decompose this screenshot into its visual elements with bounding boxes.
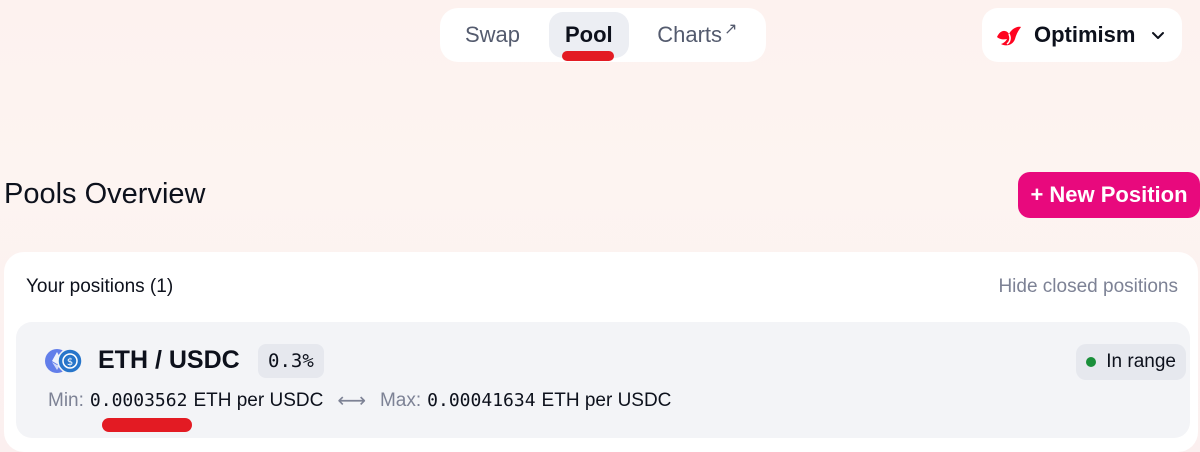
max-unit: ETH per USDC xyxy=(541,389,672,411)
optimism-logo-icon xyxy=(997,26,1021,46)
chevron-down-icon xyxy=(1152,32,1165,39)
hide-closed-positions-toggle[interactable]: Hide closed positions xyxy=(998,276,1178,298)
nav-tab-pool-label: Pool xyxy=(564,22,613,47)
fee-tier-badge: 0.3% xyxy=(258,344,324,378)
min-label: Min: xyxy=(48,389,84,411)
positions-header: Your positions (1) xyxy=(26,276,174,297)
nav-tab-charts-label: Charts xyxy=(657,22,723,47)
page-title: Pools Overview xyxy=(4,178,206,210)
in-range-dot-icon xyxy=(1086,357,1097,367)
arrow-up-right-icon: ↗ xyxy=(724,21,738,38)
network-label: Optimism xyxy=(1034,22,1136,47)
position-item[interactable]: $ ETH / USDC 0.3% In range Min: 0.000356… xyxy=(16,322,1190,438)
left-right-arrow-icon: ⟷ xyxy=(337,390,366,412)
highlight-annotation-min xyxy=(102,418,192,432)
status-label: In range xyxy=(1106,351,1176,372)
min-value: 0.0003562 xyxy=(89,390,188,411)
highlight-annotation-pool xyxy=(562,51,614,61)
new-position-button[interactable]: + New Position xyxy=(1018,172,1200,218)
token-pair-icon: $ xyxy=(45,348,83,374)
network-selector[interactable]: Optimism xyxy=(982,8,1182,62)
max-value: 0.00041634 xyxy=(427,390,536,411)
status-badge: In range xyxy=(1076,344,1186,380)
svg-text:$: $ xyxy=(67,357,73,368)
max-label: Max: xyxy=(379,389,422,411)
price-range: Min: 0.0003562 ETH per USDC ⟷ Max: 0.000… xyxy=(48,388,671,413)
nav-tab-charts[interactable]: Charts ↗ xyxy=(635,12,760,58)
pair-name: ETH / USDC xyxy=(98,346,240,374)
nav-tab-swap-label: Swap xyxy=(464,22,520,47)
nav-tab-swap[interactable]: Swap xyxy=(446,12,539,58)
min-unit: ETH per USDC xyxy=(193,389,324,411)
